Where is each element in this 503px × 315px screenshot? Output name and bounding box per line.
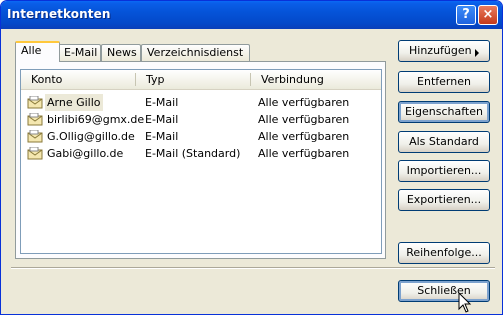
account-name: birlibi69@gmx.de [47,113,145,126]
divider [11,267,495,269]
tab-email[interactable]: E-Mail [58,44,101,61]
table-row[interactable]: birlibi69@gmx.de E-Mail Alle verfügbaren [21,111,381,128]
submenu-arrow-icon [475,49,479,57]
close-button[interactable]: Schließen [398,280,490,302]
mail-account-icon [27,130,43,143]
account-connection: Alle verfügbaren [258,147,350,160]
account-name: Gabi@gillo.de [47,147,124,160]
account-name: Arne Gillo [45,94,103,111]
mouse-cursor-icon [458,292,472,313]
close-window-button[interactable]: × [478,5,498,25]
properties-button[interactable]: Eigenschaften [398,101,490,123]
account-type: E-Mail [145,113,179,126]
account-connection: Alle verfügbaren [258,113,350,126]
account-type: E-Mail (Standard) [145,147,241,160]
table-row[interactable]: G.Ollig@gillo.de E-Mail Alle verfügbaren [21,128,381,145]
tab-directory-service[interactable]: Verzeichnisdienst [141,44,250,61]
account-connection: Alle verfügbaren [258,130,350,143]
mail-account-icon [27,113,43,126]
list-header: Konto Typ Verbindung [21,70,381,90]
table-row[interactable]: Gabi@gillo.de E-Mail (Standard) Alle ver… [21,145,381,162]
column-header-typ[interactable]: Typ [136,70,250,89]
account-type: E-Mail [145,130,179,143]
remove-button[interactable]: Entfernen [398,71,490,93]
table-row[interactable]: Arne Gillo E-Mail Alle verfügbaren [21,94,381,111]
add-button[interactable]: Hinzufügen [398,40,490,62]
tab-news[interactable]: News [101,44,141,61]
account-connection: Alle verfügbaren [258,96,350,109]
import-button[interactable]: Importieren... [398,160,490,182]
add-button-label: Hinzufügen [409,44,472,57]
title-bar[interactable]: Internetkonten ? × [1,1,502,29]
help-button[interactable]: ? [456,5,476,25]
column-header-konto[interactable]: Konto [21,70,135,89]
internet-accounts-dialog: Internetkonten ? × E-Mail News Verzeichn… [0,0,503,315]
mail-account-icon [27,96,43,109]
window-title: Internetkonten [7,7,111,21]
set-default-button[interactable]: Als Standard [398,131,490,153]
account-name: G.Ollig@gillo.de [47,130,135,143]
account-type: E-Mail [145,96,179,109]
mail-account-icon [27,147,43,160]
export-button[interactable]: Exportieren... [398,189,490,211]
tab-all[interactable]: Alle [15,41,60,62]
order-button[interactable]: Reihenfolge... [398,242,490,264]
accounts-list[interactable]: Konto Typ Verbindung Arne Gillo E-Mail A… [20,69,382,254]
column-header-verbindung[interactable]: Verbindung [251,70,381,89]
